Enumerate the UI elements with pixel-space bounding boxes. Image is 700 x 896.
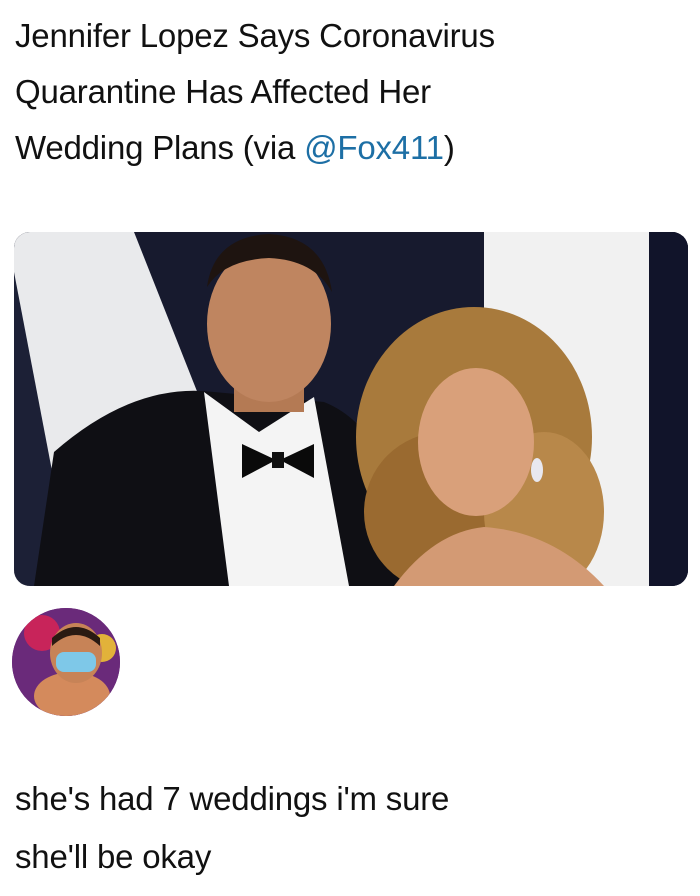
user-avatar[interactable] xyxy=(12,608,120,716)
fox411-mention-link[interactable]: @Fox411 xyxy=(304,129,444,166)
headline-line-3-prefix: Wedding Plans (via xyxy=(15,129,305,166)
tweet-photo[interactable] xyxy=(14,232,688,586)
headline-text: Jennifer Lopez Says Coronavirus Quaranti… xyxy=(15,8,675,176)
couple-photo-illustration xyxy=(14,232,688,586)
avatar-image xyxy=(12,608,120,716)
reply-text: she's had 7 weddings i'm sure she'll be … xyxy=(15,770,675,886)
reply-line-2: she'll be okay xyxy=(15,838,212,875)
headline-line-2: Quarantine Has Affected Her xyxy=(15,73,431,110)
headline-line-3-suffix: ) xyxy=(443,129,455,166)
headline-line-3: Wedding Plans (via @Fox411) xyxy=(15,120,675,176)
reply-line-1: she's had 7 weddings i'm sure xyxy=(15,780,450,817)
headline-line-1: Jennifer Lopez Says Coronavirus xyxy=(15,17,495,54)
